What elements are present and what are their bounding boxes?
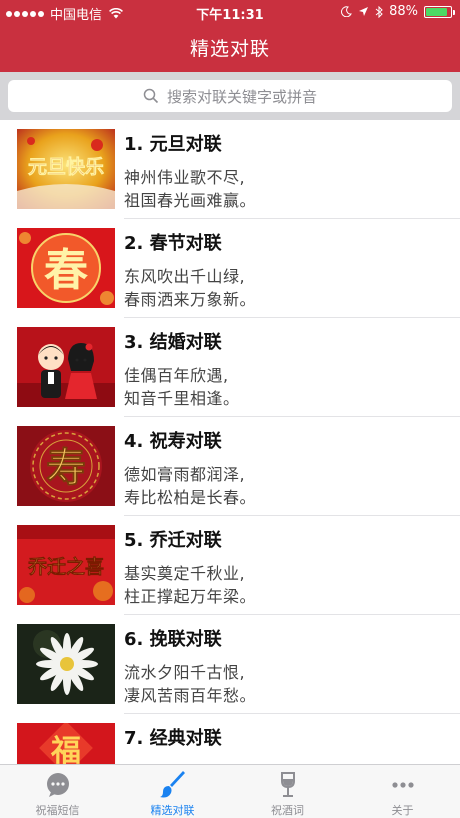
spring-character-icon: 春 [17,228,115,308]
search-input[interactable]: 搜索对联关键字或拼音 [8,80,452,112]
fortune-character-icon: 福 [17,723,115,764]
battery-icon [424,5,455,18]
tab-toasts[interactable]: 祝酒词 [230,765,345,818]
white-chrysanthemum-icon [17,624,115,704]
item-title: 3. 结婚对联 [124,332,222,353]
chat-bubble-icon [46,773,69,797]
couplet-category-list: 元旦快乐 1. 元旦对联 神州伟业歌不尽, 祖国春光画难赢。 春 2. 春节对联… [0,120,460,764]
item-line: 佳偶百年欣遇, [124,366,229,385]
item-title: 1. 元旦对联 [124,134,222,155]
wedding-couple-icon [17,327,115,407]
new-year-banner-icon: 元旦快乐 [17,129,115,209]
status-bar: 中国电信 下午11:31 88% [0,0,460,24]
bluetooth-icon [375,5,383,18]
item-line: 祖国春光画难赢。 [124,191,257,210]
list-item[interactable]: 6. 挽联对联 流水夕阳千古恨, 凄风苦雨百年愁。 [0,615,460,714]
tab-label: 关于 [391,804,414,817]
item-line: 春雨洒来万象新。 [124,290,257,309]
list-item[interactable]: 乔迁之喜 5. 乔迁对联 基实奠定千秋业, 柱正撑起万年梁。 [0,516,460,615]
tab-blessing-sms[interactable]: 祝福短信 [0,765,115,818]
search-icon [143,88,159,104]
item-line: 寿比松柏是长春。 [124,488,257,507]
item-title: 2. 春节对联 [124,233,222,254]
location-arrow-icon [359,7,369,16]
status-right: 88% [341,4,455,19]
item-line: 流水夕阳千古恨, [124,663,246,682]
tab-label: 祝酒词 [271,804,304,817]
item-line: 德如膏雨都润泽, [124,465,246,484]
tab-bar: 祝福短信 精选对联 祝酒词 关于 [0,764,460,818]
item-title: 4. 祝寿对联 [124,431,222,452]
item-line: 神州伟业歌不尽, [124,168,246,187]
list-item[interactable]: 春 2. 春节对联 东风吹出千山绿, 春雨洒来万象新。 [0,219,460,318]
item-line: 凄风苦雨百年愁。 [124,686,257,705]
battery-percent: 88% [389,4,418,19]
wine-glass-icon [280,772,295,797]
item-line: 知音千里相逢。 [124,389,240,408]
thumb-text: 元旦快乐 [28,155,104,178]
page-title: 精选对联 [189,38,270,60]
tab-about[interactable]: 关于 [345,765,460,818]
list-item[interactable]: 元旦快乐 1. 元旦对联 神州伟业歌不尽, 祖国春光画难赢。 [0,120,460,219]
brush-icon [159,771,185,798]
housewarming-banner-icon: 乔迁之喜 [17,525,115,605]
tab-label: 祝福短信 [35,804,80,817]
moon-icon [341,6,352,17]
longevity-character-icon: 寿 [17,426,115,506]
header: 中国电信 下午11:31 88% 精选对联 [0,0,460,72]
list-item[interactable]: 3. 结婚对联 佳偶百年欣遇, 知音千里相逢。 [0,318,460,417]
item-line: 东风吹出千山绿, [124,267,246,286]
thumb-text: 春 [44,245,88,296]
tab-couplets[interactable]: 精选对联 [115,765,230,818]
list-item[interactable]: 寿 4. 祝寿对联 德如膏雨都润泽, 寿比松柏是长春。 [0,417,460,516]
item-title: 5. 乔迁对联 [124,530,222,551]
thumb-text: 乔迁之喜 [27,555,104,578]
item-title: 6. 挽联对联 [124,629,222,650]
thumb-text: 寿 [46,444,86,491]
search-area: 搜索对联关键字或拼音 [0,72,460,120]
list-item[interactable]: 福 7. 经典对联 [0,714,460,764]
thumb-text: 福 [50,734,81,764]
item-line: 基实奠定千秋业, [124,564,246,583]
search-placeholder: 搜索对联关键字或拼音 [166,87,317,106]
tab-label: 精选对联 [150,804,195,817]
item-title: 7. 经典对联 [124,728,222,749]
more-dots-icon [391,782,414,788]
item-line: 柱正撑起万年梁。 [124,587,257,606]
